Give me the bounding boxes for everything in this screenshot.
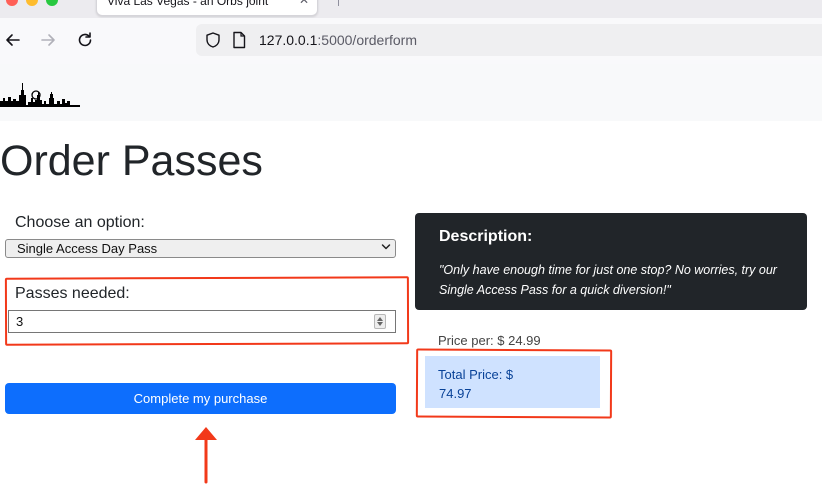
complete-purchase-button[interactable]: Complete my purchase (5, 383, 396, 414)
description-card: Description: "Only have enough time for … (415, 213, 807, 310)
address-bar[interactable]: 127.0.0.1:5000/orderform (196, 24, 822, 56)
forward-arrow-icon[interactable] (37, 29, 59, 51)
selected-option: Single Access Day Pass (17, 241, 158, 256)
tab-separator (338, 0, 339, 6)
tab-title: Viva Las Vegas - an Orbs joint (107, 0, 269, 8)
description-heading: Description: (439, 228, 533, 245)
tab-strip: Viva Las Vegas - an Orbs joint ✕ (0, 0, 822, 18)
browser-navbar: 127.0.0.1:5000/orderform (0, 18, 822, 64)
page-icon[interactable] (232, 31, 246, 49)
browser-tab[interactable]: Viva Las Vegas - an Orbs joint ✕ (96, 0, 318, 16)
description-text: "Only have enough time for just one stop… (439, 263, 777, 297)
site-header (0, 64, 822, 121)
reload-icon[interactable] (74, 29, 96, 51)
url-host: 127.0.0.1 (259, 32, 318, 48)
maximize-window-button[interactable] (46, 0, 58, 6)
price-per-text: Price per: $ 24.99 (438, 333, 541, 348)
back-arrow-icon[interactable] (2, 29, 24, 51)
minimize-window-button[interactable] (26, 0, 38, 6)
annotation-box-passes (4, 276, 410, 346)
shield-icon[interactable] (204, 31, 222, 49)
close-window-button[interactable] (6, 0, 18, 6)
choose-option-label: Choose an option: (15, 214, 145, 231)
close-icon[interactable]: ✕ (299, 0, 309, 7)
url-text[interactable]: 127.0.0.1:5000/orderform (259, 32, 417, 48)
page-title: Order Passes (0, 137, 263, 185)
url-path: :5000/orderform (317, 32, 417, 48)
annotation-box-total (415, 348, 613, 419)
chevron-down-icon (381, 241, 391, 256)
pass-type-select[interactable]: Single Access Day Pass (5, 239, 396, 258)
annotation-arrow-icon (195, 427, 217, 484)
las-vegas-skyline-logo[interactable] (0, 81, 80, 107)
